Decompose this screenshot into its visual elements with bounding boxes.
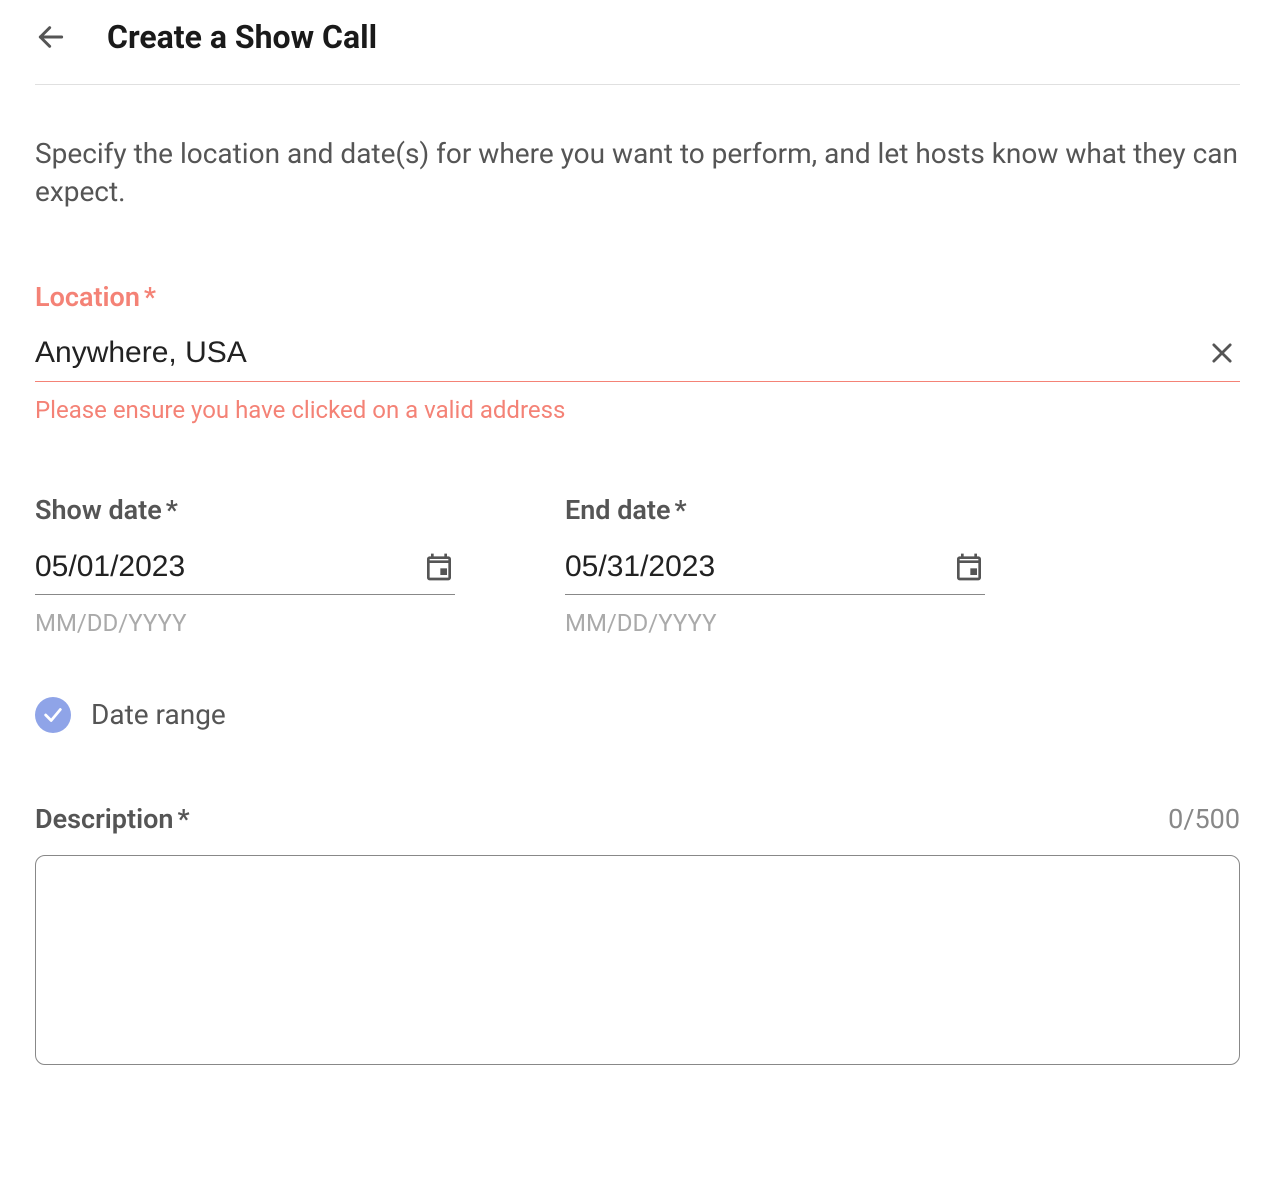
description-header: Description * 0/500 <box>35 803 1240 835</box>
calendar-icon <box>953 551 985 583</box>
required-mark: * <box>675 494 687 526</box>
intro-text: Specify the location and date(s) for whe… <box>35 135 1240 211</box>
arrow-left-icon <box>35 21 67 53</box>
end-date-hint: MM/DD/YYYY <box>565 609 985 637</box>
date-range-row: Date range <box>35 697 1240 733</box>
page-header: Create a Show Call <box>35 10 1240 84</box>
date-range-label: Date range <box>91 698 226 731</box>
required-mark: * <box>166 494 178 526</box>
close-icon <box>1208 339 1236 367</box>
show-date-calendar-button[interactable] <box>423 551 455 583</box>
end-date-label: End date * <box>565 494 985 526</box>
back-button[interactable] <box>35 21 67 53</box>
description-label: Description * <box>35 803 190 835</box>
clear-location-button[interactable] <box>1204 335 1240 371</box>
location-input[interactable] <box>35 336 1204 370</box>
location-field: Location * Please ensure you have clicke… <box>35 281 1240 424</box>
page-title: Create a Show Call <box>107 18 377 56</box>
required-mark: * <box>177 803 189 835</box>
show-date-field: Show date * MM/DD/YYYY <box>35 494 455 637</box>
location-label: Location * <box>35 281 1240 313</box>
show-date-hint: MM/DD/YYYY <box>35 609 455 637</box>
calendar-icon <box>423 551 455 583</box>
location-error: Please ensure you have clicked on a vali… <box>35 396 1240 424</box>
show-date-label: Show date * <box>35 494 455 526</box>
date-range-checkbox[interactable] <box>35 697 71 733</box>
required-mark: * <box>144 281 156 313</box>
description-counter: 0/500 <box>1168 803 1240 835</box>
description-input[interactable] <box>35 855 1240 1065</box>
show-date-input[interactable] <box>35 550 423 584</box>
end-date-calendar-button[interactable] <box>953 551 985 583</box>
end-date-input[interactable] <box>565 550 953 584</box>
end-date-field: End date * MM/DD/YYYY <box>565 494 985 637</box>
divider <box>35 84 1240 85</box>
check-icon <box>42 704 64 726</box>
